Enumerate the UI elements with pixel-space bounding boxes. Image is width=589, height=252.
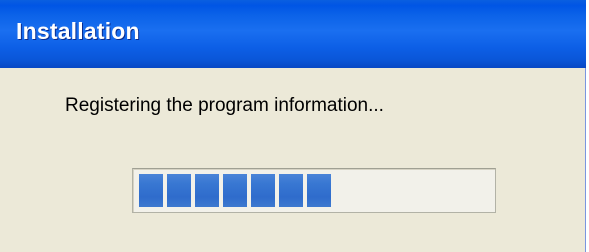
progress-segment xyxy=(167,174,191,207)
progress-segment xyxy=(307,174,331,207)
progress-segment xyxy=(139,174,163,207)
window-title: Installation xyxy=(16,18,140,44)
title-bar[interactable]: Installation xyxy=(0,0,586,68)
progress-segment xyxy=(279,174,303,207)
status-message: Registering the program information... xyxy=(65,95,384,116)
progress-fill xyxy=(139,174,331,207)
progress-bar xyxy=(132,168,496,213)
progress-segment xyxy=(195,174,219,207)
progress-segment xyxy=(251,174,275,207)
installation-dialog: Installation Registering the program inf… xyxy=(0,0,586,252)
progress-segment xyxy=(223,174,247,207)
